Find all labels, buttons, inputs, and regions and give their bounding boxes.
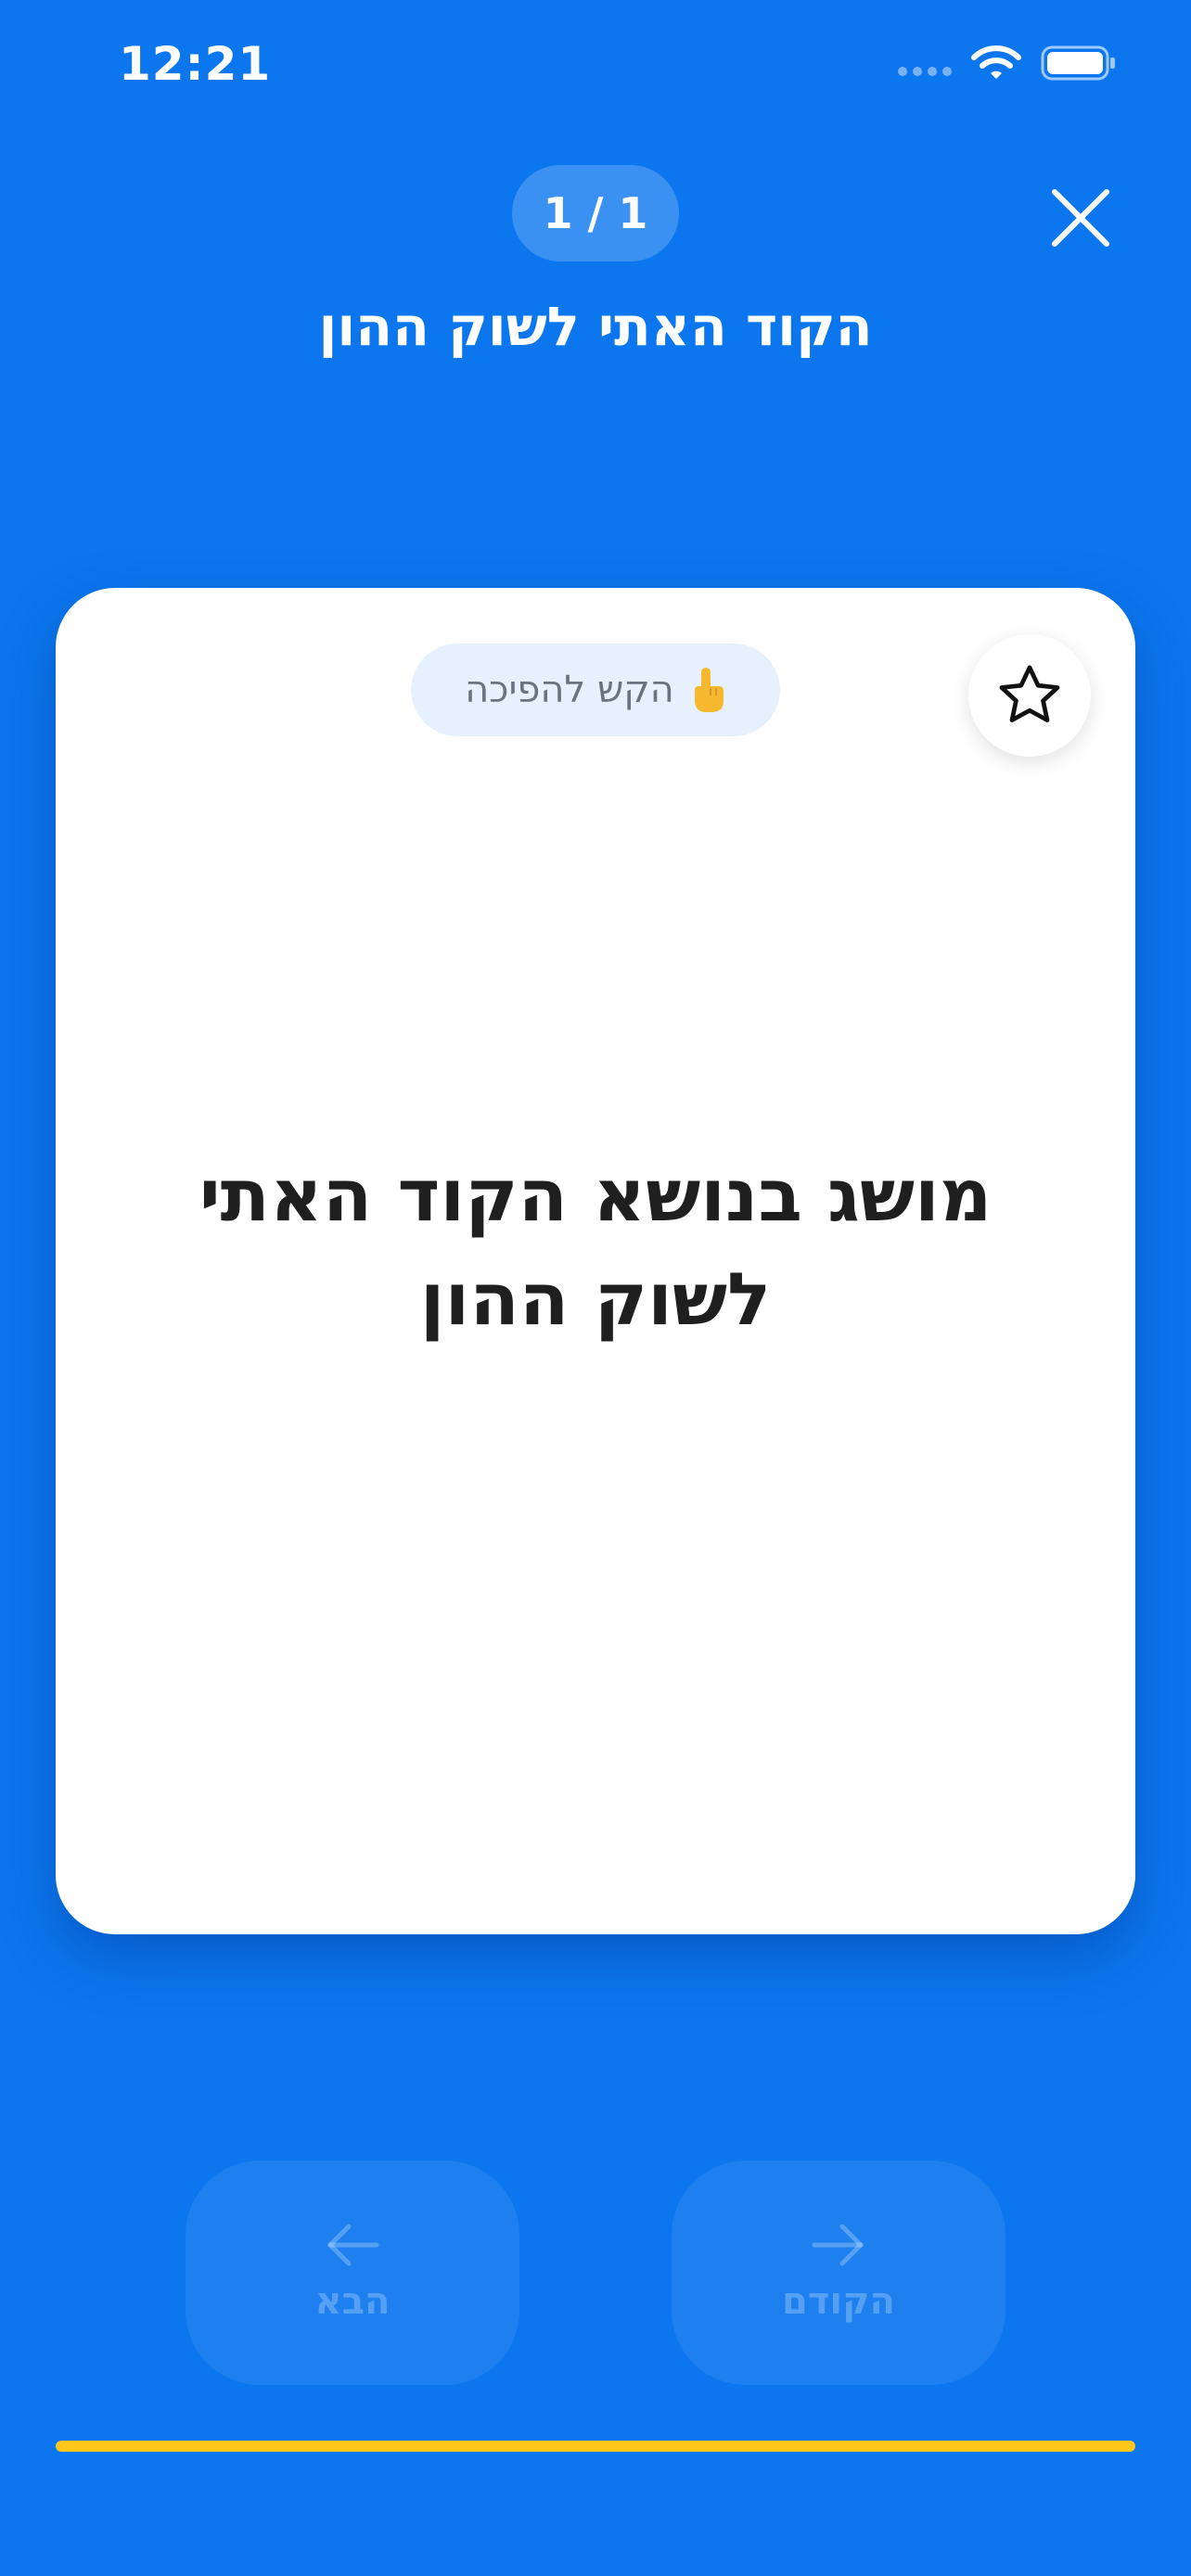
status-icons: [898, 45, 1117, 82]
next-button[interactable]: הבא: [186, 2161, 519, 2385]
next-label: הבא: [314, 2280, 391, 2323]
wifi-icon: [971, 45, 1021, 79]
close-button[interactable]: [1039, 176, 1122, 260]
card-term-line2: לשוק ההון: [419, 1258, 772, 1342]
star-outline-icon: [999, 665, 1060, 722]
arrow-left-icon: [327, 2224, 379, 2266]
flip-hint-badge: הקש להפיכה: [411, 644, 780, 736]
close-icon: [1052, 189, 1109, 247]
flip-hint-label: הקש להפיכה: [465, 669, 674, 711]
arrow-right-icon: [812, 2224, 864, 2266]
deck-title: הקוד האתי לשוק ההון: [318, 295, 873, 358]
signal-dots-icon: [898, 67, 952, 76]
previous-label: הקודם: [781, 2280, 896, 2323]
battery-icon: [1041, 45, 1115, 81]
progress-bar: [56, 2441, 1135, 2452]
progress-fill: [56, 2441, 1135, 2452]
card-term-line1: מושג בנושא הקוד האתי: [198, 1154, 992, 1238]
status-time: 12:21: [119, 37, 272, 91]
favorite-button[interactable]: [968, 634, 1091, 757]
previous-button[interactable]: הקודם: [672, 2161, 1005, 2385]
card-term: מושג בנושא הקוד האתי לשוק ההון: [167, 1144, 1024, 1352]
pointing-hand-icon: [689, 666, 726, 714]
card-counter: 1 / 1: [512, 165, 679, 261]
flashcard[interactable]: הקש להפיכה מושג בנושא הקוד האתי לשוק ההו…: [56, 588, 1135, 1934]
flashcard-screen: 12:21 1 / 1 הקוד האתי לשוק ההון הקש להפי…: [0, 0, 1191, 2576]
